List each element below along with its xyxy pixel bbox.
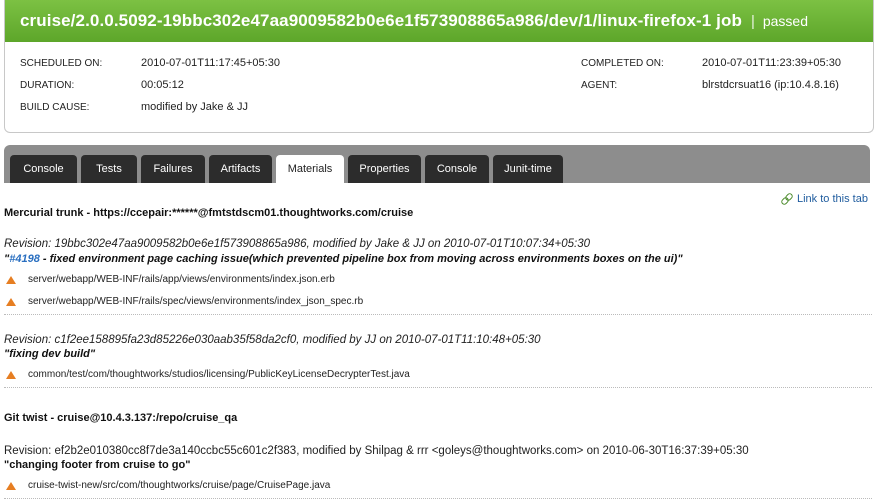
duration-label: DURATION: <box>20 80 75 91</box>
link-icon <box>781 193 793 205</box>
tab-properties[interactable]: Properties <box>348 155 421 183</box>
completed-value: 2010-07-01T11:23:39+05:30 <box>702 57 841 69</box>
link-to-this-tab-label: Link to this tab <box>797 193 868 205</box>
revision-text: Revision: ef2b2e010380cc8f7de3a140ccbc55… <box>4 445 749 457</box>
revision-divider <box>4 387 872 388</box>
scheduled-label: SCHEDULED ON: <box>20 58 103 69</box>
revision-comment: "fixing dev build" <box>4 348 96 360</box>
file-path: common/test/com/thoughtworks/studios/lic… <box>28 369 410 380</box>
revision-text: Revision: 19bbc302e47aa9009582b0e6e1f573… <box>4 238 591 250</box>
modified-file-icon <box>6 370 16 379</box>
build-cause-label: BUILD CAUSE: <box>20 102 90 113</box>
tab-materials[interactable]: Materials <box>276 155 344 183</box>
material-title-git: Git twist - cruise@10.4.3.137:/repo/crui… <box>4 412 238 424</box>
tab-failures[interactable]: Failures <box>141 155 205 183</box>
title-separator: | <box>750 12 755 30</box>
scheduled-value: 2010-07-01T11:17:45+05:30 <box>141 57 280 69</box>
material-title-mercurial: Mercurial trunk - https://ccepair:******… <box>4 207 414 219</box>
file-path: cruise-twist-new/src/com/thoughtworks/cr… <box>28 480 331 491</box>
duration-value: 00:05:12 <box>141 79 184 91</box>
job-summary-card: cruise/2.0.0.5092-19bbc302e47aa9009582b0… <box>4 0 874 133</box>
changed-file: server/webapp/WEB-INF/rails/app/views/en… <box>6 274 335 285</box>
completed-label: COMPLETED ON: <box>581 58 664 69</box>
modified-file-icon <box>6 297 16 306</box>
modified-file-icon <box>6 481 16 490</box>
job-title: cruise/2.0.0.5092-19bbc302e47aa9009582b0… <box>20 11 742 30</box>
build-cause-value: modified by Jake & JJ <box>141 101 248 113</box>
tab-junit-time[interactable]: Junit-time <box>493 155 563 183</box>
tab-artifacts[interactable]: Artifacts <box>209 155 272 183</box>
modified-file-icon <box>6 275 16 284</box>
story-link[interactable]: #4198 <box>9 253 40 265</box>
revision-comment: "changing footer from cruise to go" <box>4 459 191 471</box>
agent-label: AGENT: <box>581 80 618 91</box>
changed-file: common/test/com/thoughtworks/studios/lic… <box>6 369 410 380</box>
changed-file: server/webapp/WEB-INF/rails/spec/views/e… <box>6 296 363 307</box>
file-path: server/webapp/WEB-INF/rails/spec/views/e… <box>28 296 364 307</box>
revision-text: Revision: c1f2ee158895fa23d85226e030aab3… <box>4 334 541 346</box>
file-path: server/webapp/WEB-INF/rails/app/views/en… <box>28 274 335 285</box>
tab-tests[interactable]: Tests <box>81 155 137 183</box>
tab-console[interactable]: Console <box>10 155 77 183</box>
tab-console-2[interactable]: Console <box>425 155 489 183</box>
revision-divider <box>4 498 872 499</box>
tab-bar: Console Tests Failures Artifacts Materia… <box>4 145 870 183</box>
revision-comment: "#4198 - fixed environment page caching … <box>4 253 683 265</box>
revision-divider <box>4 314 872 315</box>
job-header: cruise/2.0.0.5092-19bbc302e47aa9009582b0… <box>5 0 873 42</box>
link-to-this-tab[interactable]: Link to this tab <box>781 193 868 205</box>
agent-value: blrstdcrsuat16 (ip:10.4.8.16) <box>702 79 839 91</box>
changed-file: cruise-twist-new/src/com/thoughtworks/cr… <box>6 480 330 491</box>
comment-text: - fixed environment page caching issue(w… <box>39 253 683 265</box>
job-status: passed <box>762 13 808 29</box>
